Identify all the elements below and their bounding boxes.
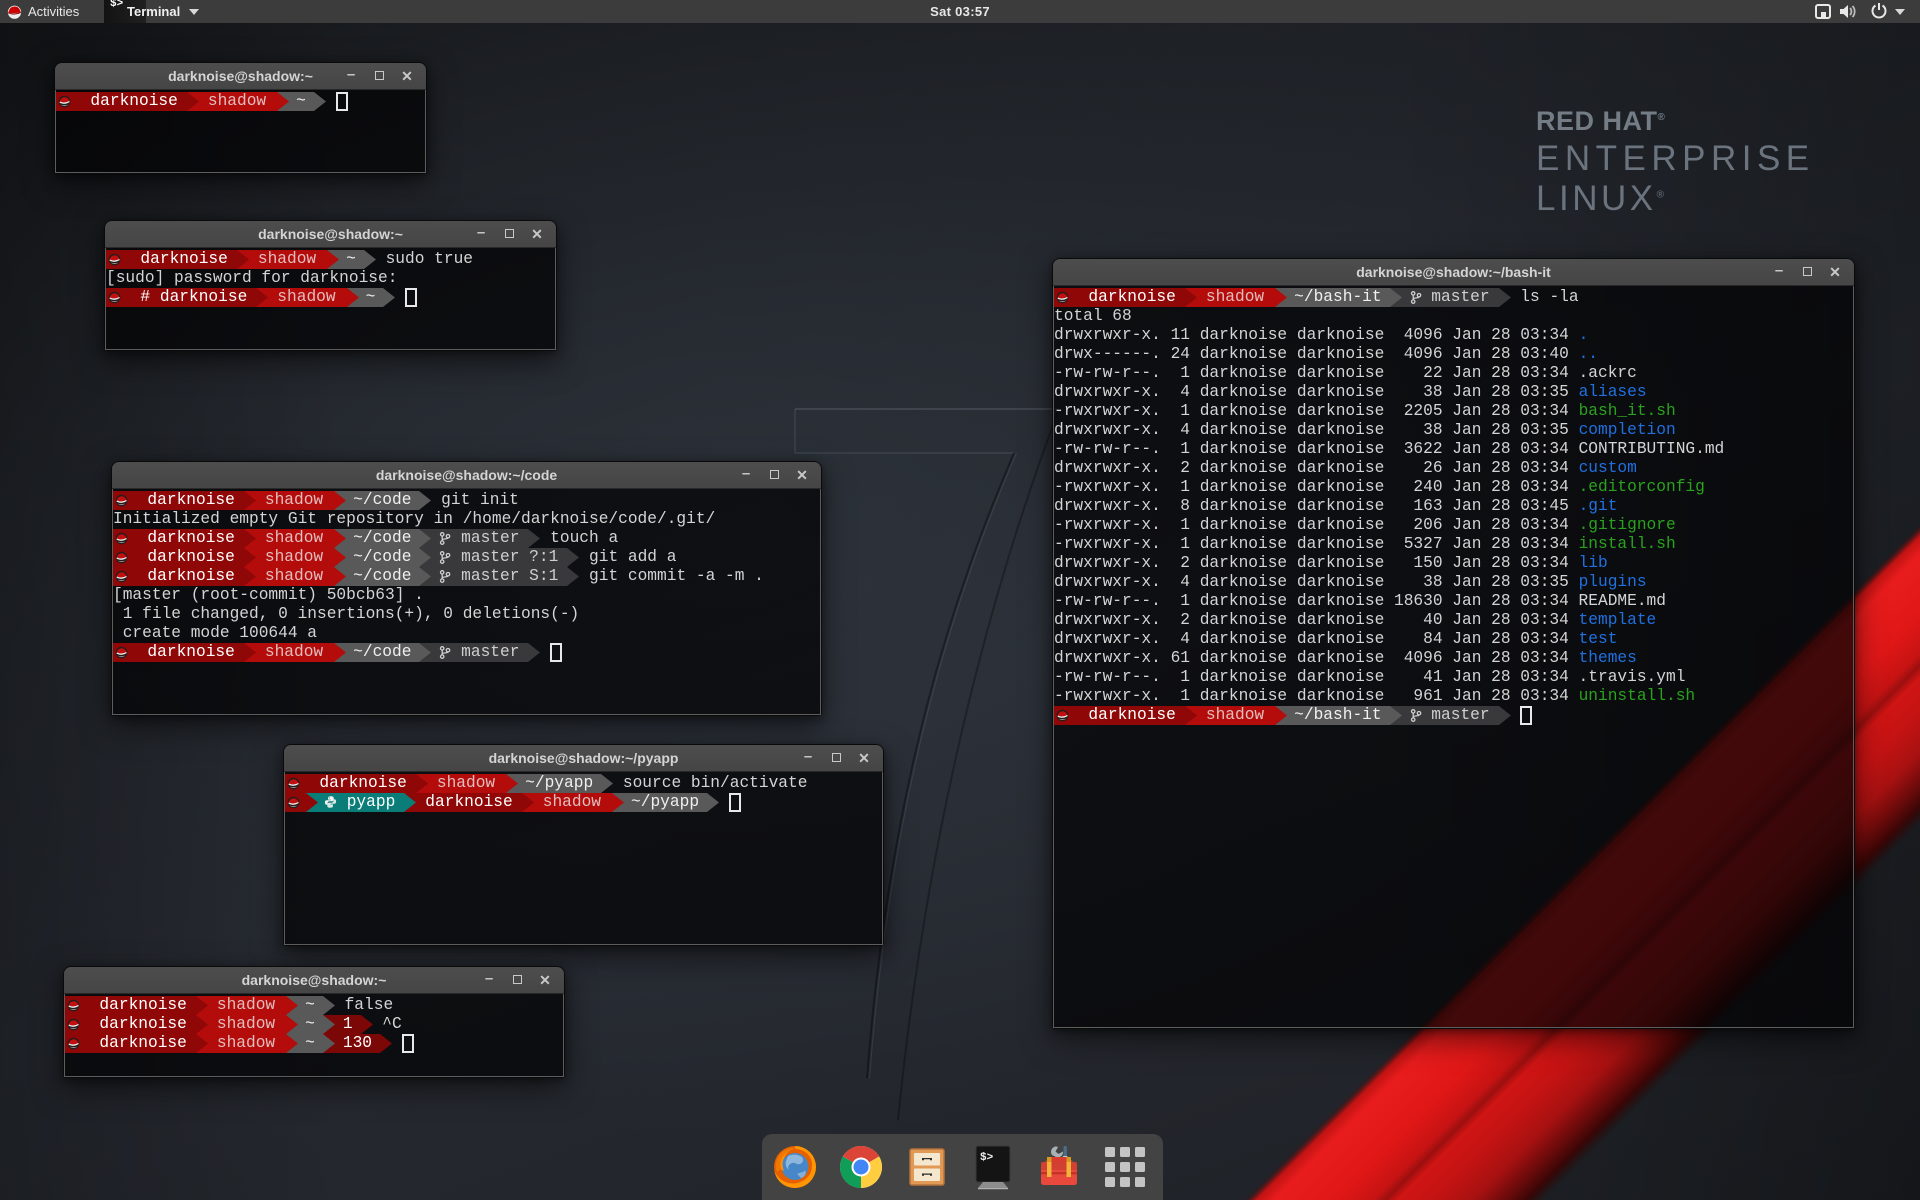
svg-text:$>: $> <box>980 1152 994 1164</box>
